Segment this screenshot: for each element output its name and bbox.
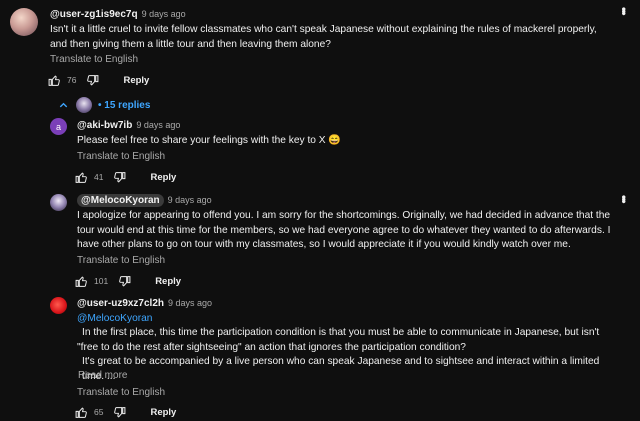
translate-link[interactable]: Translate to English — [77, 255, 165, 266]
replies-count-label[interactable]: • 15 replies — [98, 100, 150, 111]
reply-actions: 65 Reply — [75, 404, 176, 420]
reply-button[interactable]: Reply — [155, 276, 181, 287]
comment-time[interactable]: 9 days ago — [142, 9, 186, 19]
reply-text: Please feel free to share your feelings … — [77, 135, 342, 146]
avatar[interactable] — [50, 297, 67, 314]
dislike-icon[interactable] — [86, 74, 99, 87]
translate-link[interactable]: Translate to English — [77, 151, 165, 162]
reply-actions: 41 Reply — [75, 169, 176, 185]
like-count: 101 — [94, 276, 109, 286]
reply-author[interactable]: @user-uz9xz7cl2h — [77, 298, 164, 309]
reply-button[interactable]: Reply — [123, 75, 149, 86]
replies-toggle[interactable]: • 15 replies — [58, 97, 150, 113]
dislike-icon[interactable] — [113, 171, 126, 184]
avatar-letter: a — [55, 121, 61, 132]
reply-text: In the first place, this time the partic… — [77, 327, 600, 353]
reply-header: @user-uz9xz7cl2h 9 days ago — [77, 298, 212, 309]
reply-actions: 101 Reply — [75, 273, 181, 289]
like-icon[interactable] — [75, 275, 88, 288]
comment-text: Isn't it a little cruel to invite fellow… — [50, 24, 597, 50]
read-more-link[interactable]: Read more — [78, 370, 127, 381]
reply-header: @aki-bw7ib 9 days ago — [77, 120, 180, 131]
replier-avatar — [76, 97, 92, 113]
chevron-up-icon[interactable] — [58, 100, 69, 111]
reply-text: I apologize for appearing to offend you.… — [77, 210, 611, 250]
avatar[interactable] — [50, 194, 67, 211]
dislike-icon[interactable] — [118, 275, 131, 288]
reply-author[interactable]: @MelocoKyoran — [77, 194, 164, 207]
more-actions-icon[interactable]: ••• — [617, 195, 631, 202]
like-count: 41 — [94, 172, 104, 182]
mention-link[interactable]: @MelocoKyoran — [77, 312, 152, 327]
comment-author[interactable]: @user-zg1is9ec7q — [50, 9, 138, 20]
like-count: 65 — [94, 407, 104, 417]
comment-header: @user-zg1is9ec7q 9 days ago — [50, 9, 186, 20]
reply-author[interactable]: @aki-bw7ib — [77, 120, 132, 131]
like-icon[interactable] — [75, 406, 88, 419]
avatar[interactable]: a — [50, 118, 67, 135]
reply-button[interactable]: Reply — [150, 172, 176, 183]
like-count: 76 — [67, 75, 77, 85]
translate-link[interactable]: Translate to English — [77, 387, 165, 398]
reply-time[interactable]: 9 days ago — [168, 195, 212, 205]
like-icon[interactable] — [48, 74, 61, 87]
dislike-icon[interactable] — [113, 406, 126, 419]
more-actions-icon[interactable]: ••• — [617, 7, 631, 14]
translate-link[interactable]: Translate to English — [50, 54, 138, 65]
reply-text-continued: It's great to be accompanied by a live p… — [82, 356, 600, 382]
like-icon[interactable] — [75, 171, 88, 184]
comment-actions: 76 Reply — [48, 72, 149, 88]
reply-time[interactable]: 9 days ago — [168, 298, 212, 308]
reply-time[interactable]: 9 days ago — [136, 120, 180, 130]
reply-header: @MelocoKyoran 9 days ago — [77, 194, 212, 207]
reply-button[interactable]: Reply — [150, 407, 176, 418]
avatar[interactable] — [10, 8, 38, 36]
